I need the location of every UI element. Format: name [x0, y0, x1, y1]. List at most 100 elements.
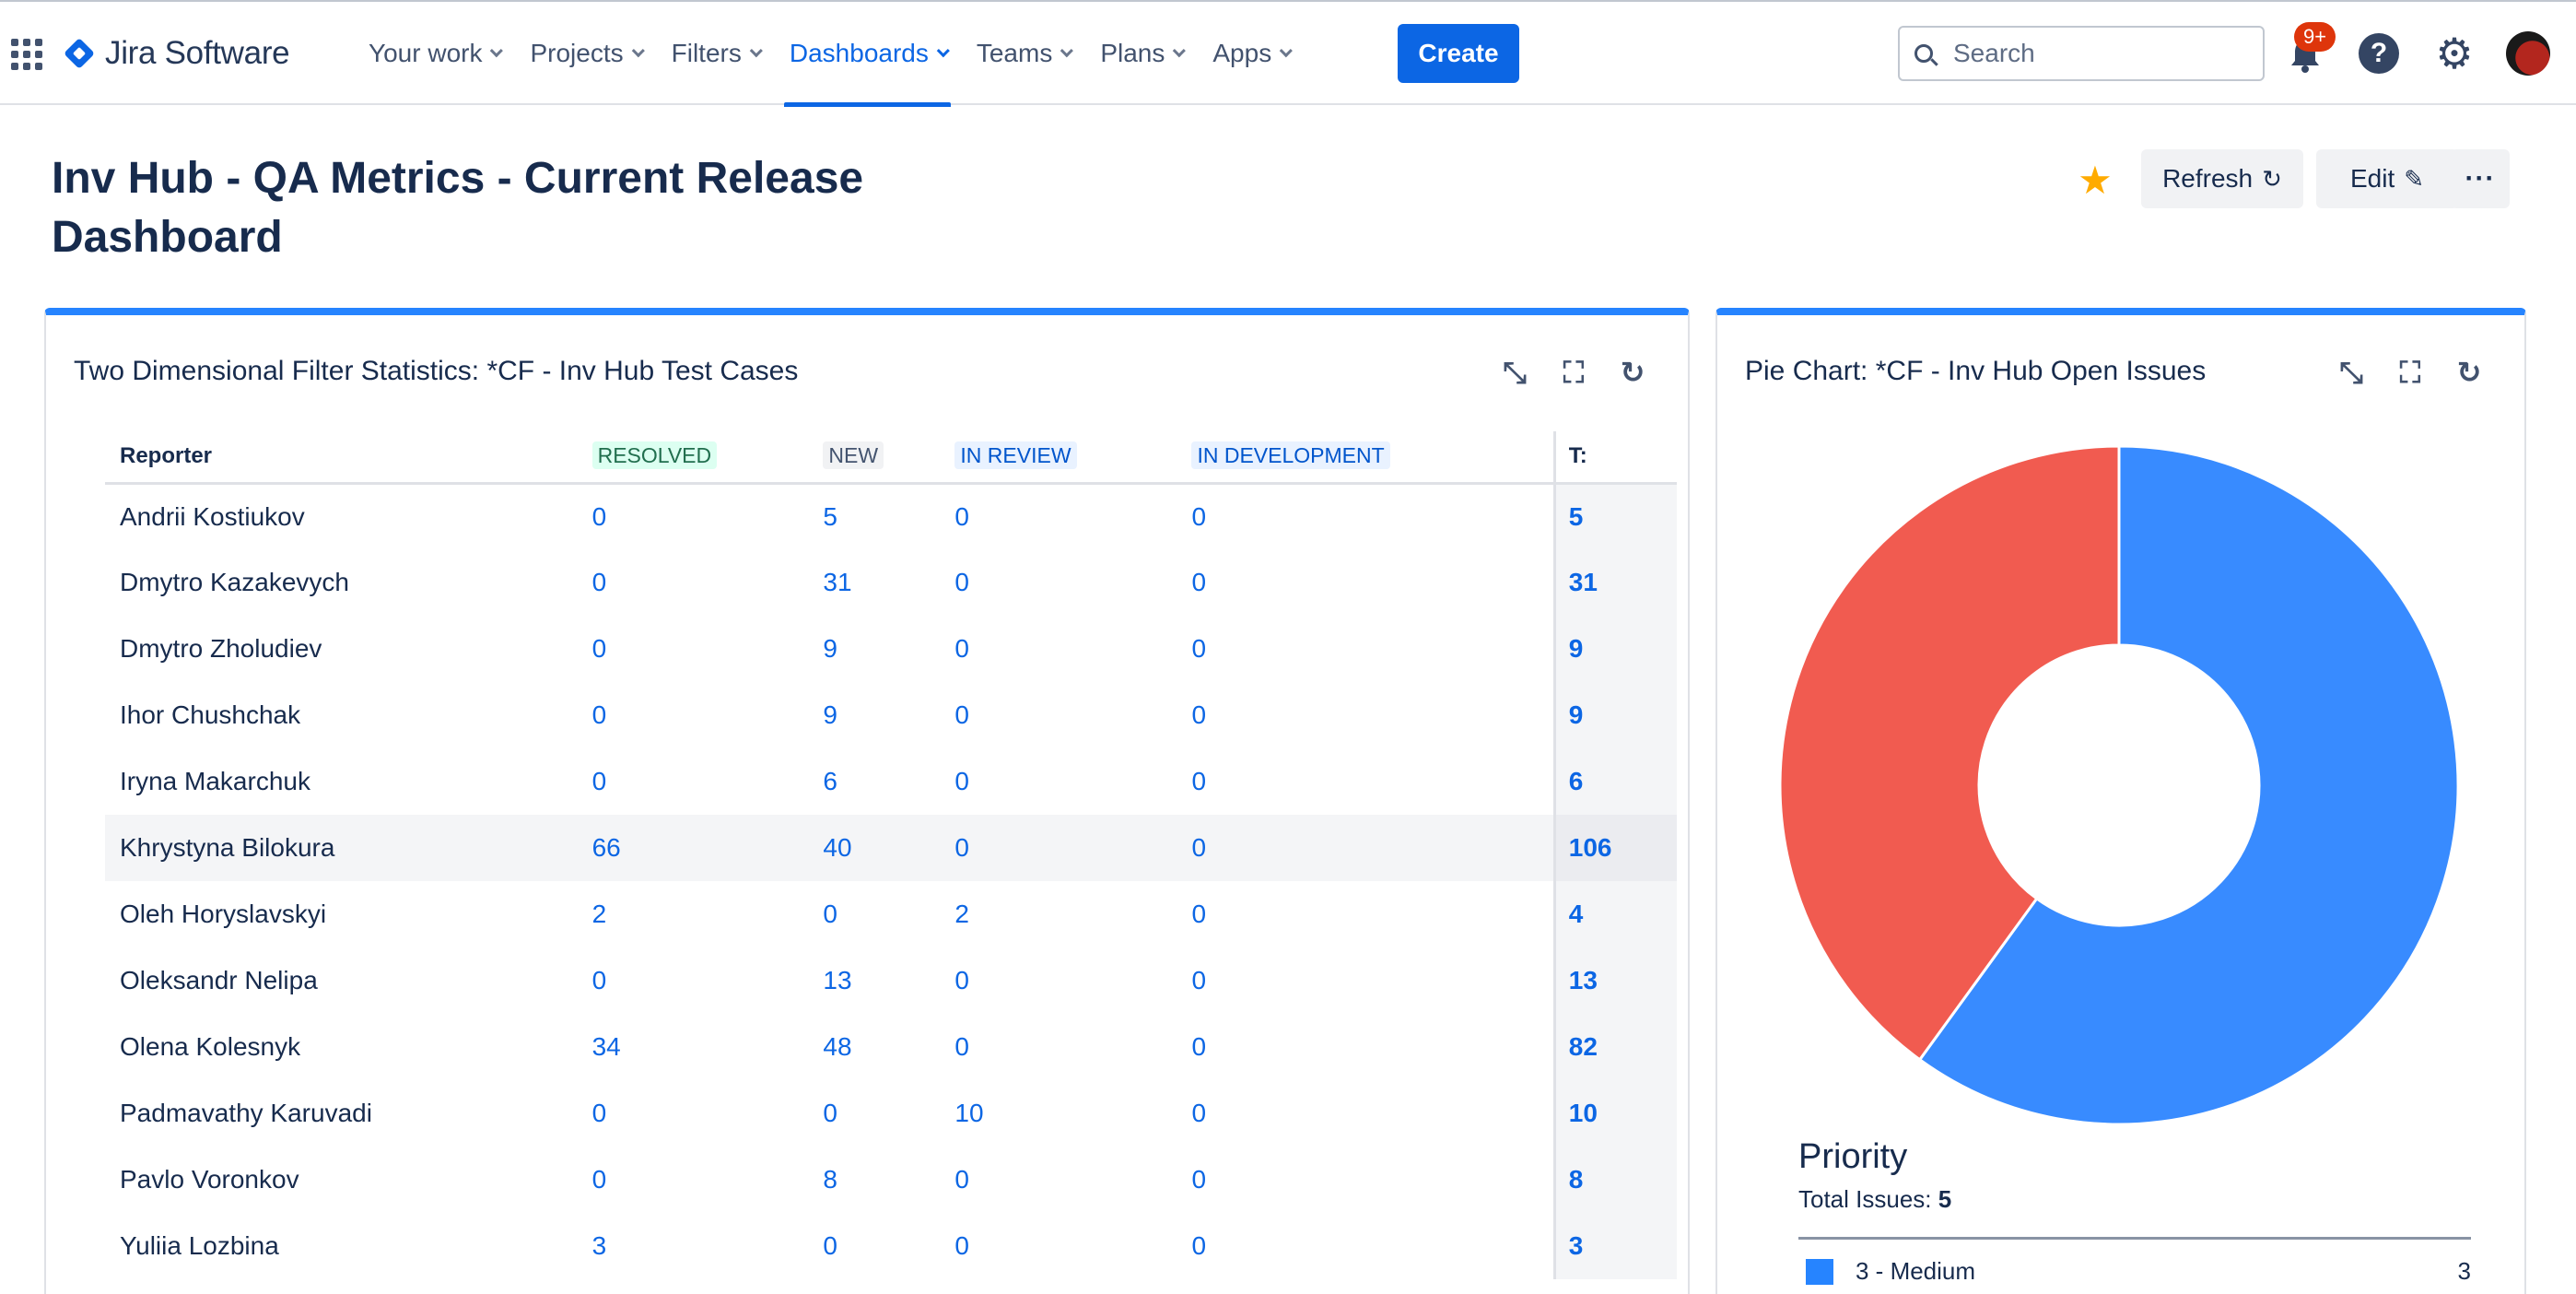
count-link[interactable]: 0	[1191, 1099, 1206, 1127]
count-link[interactable]: 0	[954, 502, 969, 531]
count-link[interactable]: 66	[592, 833, 621, 862]
count-link[interactable]: 0	[954, 634, 969, 663]
count-link[interactable]: 0	[592, 767, 607, 795]
count-link[interactable]: 0	[592, 966, 607, 994]
edit-button[interactable]: Edit ✎	[2316, 149, 2458, 208]
count-link[interactable]: 3	[592, 1231, 607, 1260]
count-link[interactable]: 9	[823, 634, 837, 663]
nav-teams[interactable]: Teams	[967, 2, 1078, 105]
count-link[interactable]: 0	[954, 833, 969, 862]
total-link[interactable]: 9	[1569, 634, 1584, 663]
search-box[interactable]	[1898, 26, 2265, 81]
avatar[interactable]	[2506, 31, 2550, 76]
help-icon[interactable]: ?	[2359, 33, 2399, 74]
nav-projects[interactable]: Projects	[521, 2, 649, 105]
count-link[interactable]: 0	[823, 900, 837, 928]
total-link[interactable]: 6	[1569, 767, 1584, 795]
nav-apps[interactable]: Apps	[1203, 2, 1297, 105]
count-link[interactable]: 0	[1191, 1165, 1206, 1194]
star-icon[interactable]: ★	[2075, 160, 2115, 201]
total-link[interactable]: 8	[1569, 1165, 1584, 1194]
count-link[interactable]: 0	[1191, 900, 1206, 928]
count-link[interactable]: 0	[1191, 502, 1206, 531]
count-link[interactable]: 0	[1191, 966, 1206, 994]
count-link[interactable]: 0	[954, 568, 969, 596]
total-link[interactable]: 10	[1569, 1099, 1598, 1127]
count-link[interactable]: 0	[592, 634, 607, 663]
refresh-icon[interactable]: ↻	[1614, 354, 1651, 391]
refresh-icon[interactable]: ↻	[2451, 354, 2488, 391]
count-link[interactable]: 0	[592, 568, 607, 596]
maximize-icon[interactable]: ⛶	[1555, 354, 1592, 391]
count-link[interactable]: 0	[1191, 1231, 1206, 1260]
total-link[interactable]: 4	[1569, 900, 1584, 928]
count-link[interactable]: 0	[954, 966, 969, 994]
count-link[interactable]: 0	[954, 767, 969, 795]
search-input[interactable]	[1953, 39, 2248, 68]
count-link[interactable]: 2	[592, 900, 607, 928]
cell-dev: 0	[1191, 483, 1554, 549]
count-link[interactable]: 31	[823, 568, 851, 596]
count-link[interactable]: 13	[823, 966, 851, 994]
cell-new: 48	[823, 1014, 954, 1080]
chevron-down-icon	[1279, 44, 1294, 58]
nav-your-work[interactable]: Your work	[359, 2, 508, 105]
count-link[interactable]: 48	[823, 1032, 851, 1061]
nav-dashboards[interactable]: Dashboards	[780, 2, 954, 107]
total-link[interactable]: 31	[1569, 568, 1598, 596]
legend-item[interactable]: 3 - Medium 3	[1806, 1257, 2471, 1286]
refresh-button[interactable]: Refresh ↻	[2141, 149, 2303, 208]
app-switcher-icon[interactable]	[11, 39, 42, 70]
more-actions-button[interactable]: ···	[2451, 149, 2510, 208]
minimize-icon[interactable]: ⤡	[1496, 354, 1533, 391]
total-link[interactable]: 13	[1569, 966, 1598, 994]
count-link[interactable]: 0	[954, 1165, 969, 1194]
jira-logo[interactable]: Jira Software	[64, 33, 290, 74]
count-link[interactable]: 2	[954, 900, 969, 928]
count-link[interactable]: 0	[954, 1231, 969, 1260]
count-link[interactable]: 0	[954, 1032, 969, 1061]
maximize-icon[interactable]: ⛶	[2392, 354, 2429, 391]
create-button[interactable]: Create	[1398, 24, 1519, 83]
nav-filters[interactable]: Filters	[662, 2, 767, 105]
gear-icon[interactable]: ⚙	[2432, 31, 2476, 76]
count-link[interactable]: 5	[823, 502, 837, 531]
count-link[interactable]: 0	[592, 1165, 607, 1194]
column-header-in-review[interactable]: IN REVIEW	[954, 431, 1192, 485]
count-link[interactable]: 0	[823, 1099, 837, 1127]
cell-total: 82	[1552, 1014, 1677, 1080]
count-link[interactable]: 9	[823, 700, 837, 729]
count-link[interactable]: 0	[1191, 767, 1206, 795]
count-link[interactable]: 0	[592, 502, 607, 531]
count-link[interactable]: 8	[823, 1165, 837, 1194]
table-row: Khrystyna Bilokura 66 40 0 0 106	[105, 815, 1677, 881]
count-link[interactable]: 0	[592, 700, 607, 729]
total-link[interactable]: 82	[1569, 1032, 1598, 1061]
nav-plans[interactable]: Plans	[1091, 2, 1190, 105]
count-link[interactable]: 0	[1191, 700, 1206, 729]
total-link[interactable]: 5	[1569, 502, 1584, 531]
count-link[interactable]: 0	[1191, 568, 1206, 596]
column-header-in-development[interactable]: IN DEVELOPMENT	[1191, 431, 1555, 485]
count-link[interactable]: 0	[1191, 1032, 1206, 1061]
count-link[interactable]: 0	[1191, 833, 1206, 862]
count-link[interactable]: 6	[823, 767, 837, 795]
count-link[interactable]: 40	[823, 833, 851, 862]
count-link[interactable]: 34	[592, 1032, 621, 1061]
table-row: Padmavathy Karuvadi 0 0 10 0 10	[105, 1080, 1677, 1147]
count-link[interactable]: 0	[954, 700, 969, 729]
count-link[interactable]: 0	[592, 1099, 607, 1127]
minimize-icon[interactable]: ⤡	[2333, 354, 2370, 391]
table-row: Oleksandr Nelipa 0 13 0 0 13	[105, 947, 1677, 1014]
count-link[interactable]: 10	[954, 1099, 983, 1127]
nav-label: Your work	[369, 39, 483, 67]
column-header-reporter[interactable]: Reporter	[105, 431, 592, 485]
total-link[interactable]: 106	[1569, 833, 1612, 862]
total-link[interactable]: 3	[1569, 1231, 1584, 1260]
cell-new: 40	[823, 815, 955, 881]
count-link[interactable]: 0	[823, 1231, 837, 1260]
count-link[interactable]: 0	[1191, 634, 1206, 663]
column-header-new[interactable]: NEW	[823, 431, 955, 485]
total-link[interactable]: 9	[1569, 700, 1584, 729]
column-header-resolved[interactable]: RESOLVED	[591, 431, 824, 485]
